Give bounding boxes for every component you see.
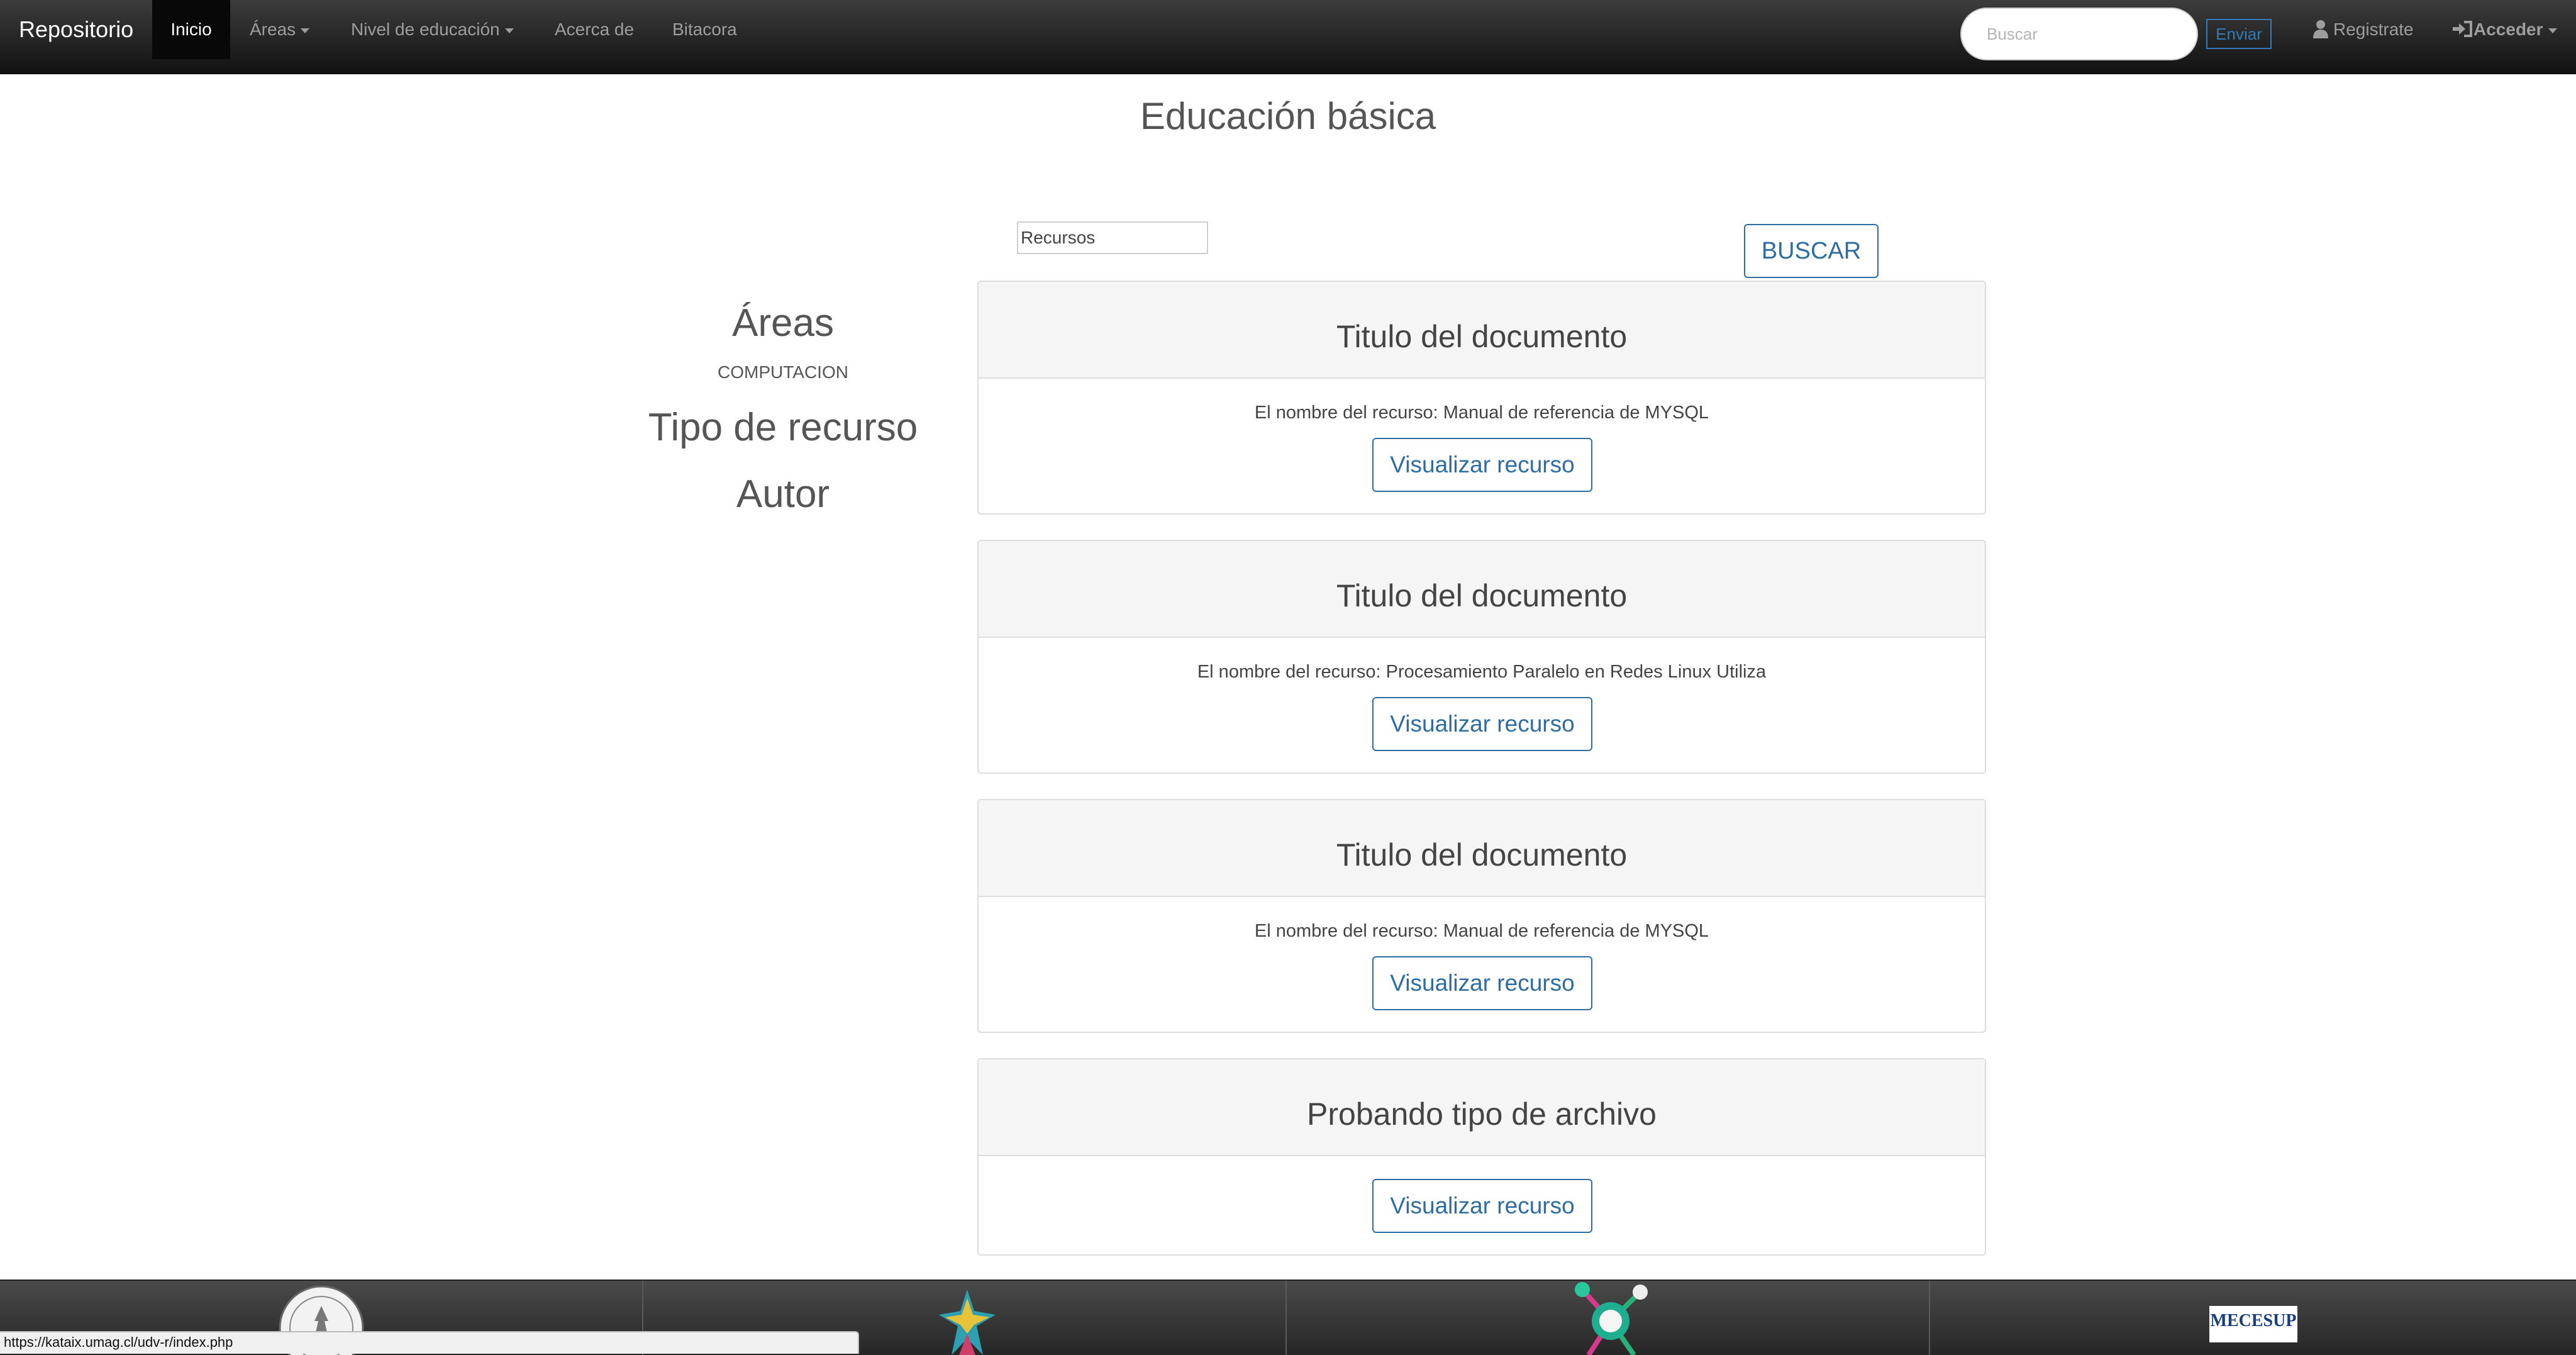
nav-inicio[interactable]: Inicio [152, 0, 230, 59]
signin-dropdown[interactable]: Acceder [2473, 0, 2557, 59]
resource-filter-field[interactable] [1017, 221, 1208, 254]
brand-link[interactable]: Repositorio [19, 0, 133, 59]
nav-acerca[interactable]: Acerca de [555, 0, 634, 59]
view-resource-button[interactable]: Visualizar recurso [1372, 438, 1592, 492]
view-resource-button[interactable]: Visualizar recurso [1372, 697, 1592, 751]
nav-nivel-dropdown[interactable]: Nivel de educación [351, 0, 514, 59]
nav-bitacora[interactable]: Bitacora [672, 0, 737, 59]
card-title: Titulo del documento [1336, 837, 1628, 873]
sidebar-resource-type-heading: Tipo de recurso [648, 406, 918, 449]
mecesup-logo-text: MECESUP [2210, 1311, 2297, 1330]
register-link[interactable]: Registrate [2333, 0, 2414, 59]
top-navbar: Repositorio Inicio Áreas Nivel de educac… [0, 0, 2576, 74]
card-header: Probando tipo de archivo [979, 1059, 1985, 1156]
card-header: Titulo del documento [979, 282, 1985, 379]
resource-card: Probando tipo de archivo Visualizar recu… [977, 1058, 1986, 1256]
card-header: Titulo del documento [979, 800, 1985, 897]
card-title: Titulo del documento [1336, 578, 1628, 613]
card-header: Titulo del documento [979, 541, 1985, 638]
mecesup-logo[interactable]: MECESUP [2209, 1306, 2297, 1342]
footer-logo-cell [1287, 1281, 1930, 1355]
navbar-search-input[interactable] [1960, 8, 2198, 60]
sidebar-author-heading: Autor [736, 472, 830, 516]
nav-nivel-label: Nivel de educación [351, 20, 500, 39]
card-description: El nombre del recurso: Procesamiento Par… [1197, 662, 1767, 682]
sidebar-area-item[interactable]: COMPUTACION [629, 362, 937, 382]
nav-areas-dropdown[interactable]: Áreas [250, 0, 310, 59]
view-resource-button[interactable]: Visualizar recurso [1372, 956, 1592, 1010]
signin-label: Acceder [2473, 20, 2543, 39]
resource-card: Titulo del documento El nombre del recur… [977, 540, 1986, 774]
caret-down-icon [2548, 28, 2557, 33]
card-title: Titulo del documento [1336, 319, 1628, 354]
resource-card: Titulo del documento El nombre del recur… [977, 281, 1986, 515]
nav-acerca-label: Acerca de [555, 20, 635, 39]
sign-in-icon [2453, 21, 2472, 37]
nav-inicio-label: Inicio [170, 20, 212, 39]
sidebar-areas-heading: Áreas [732, 301, 834, 345]
card-description: El nombre del recurso: Manual de referen… [1254, 921, 1709, 941]
nav-bitacora-label: Bitacora [672, 20, 737, 39]
view-resource-button[interactable]: Visualizar recurso [1372, 1179, 1592, 1233]
page-title: Educación básica [1140, 95, 1436, 137]
user-icon [2313, 20, 2328, 38]
molecule-logo[interactable] [1563, 1281, 1658, 1355]
caret-down-icon [301, 28, 310, 33]
card-description: El nombre del recurso: Manual de referen… [1254, 403, 1709, 423]
nav-areas-label: Áreas [250, 20, 296, 39]
status-bar-url: https://kataix.umag.cl/udv-r/index.php [0, 1331, 859, 1354]
card-title: Probando tipo de archivo [1307, 1096, 1657, 1132]
buscar-button[interactable]: BUSCAR [1744, 224, 1879, 278]
enviar-button[interactable]: Enviar [2206, 19, 2272, 49]
resource-card: Titulo del documento El nombre del recur… [977, 799, 1986, 1033]
caret-down-icon [504, 28, 514, 33]
star-figure-logo[interactable] [920, 1290, 1014, 1355]
register-label: Registrate [2333, 20, 2414, 39]
footer-logo-cell: MECESUP [1930, 1281, 2573, 1355]
